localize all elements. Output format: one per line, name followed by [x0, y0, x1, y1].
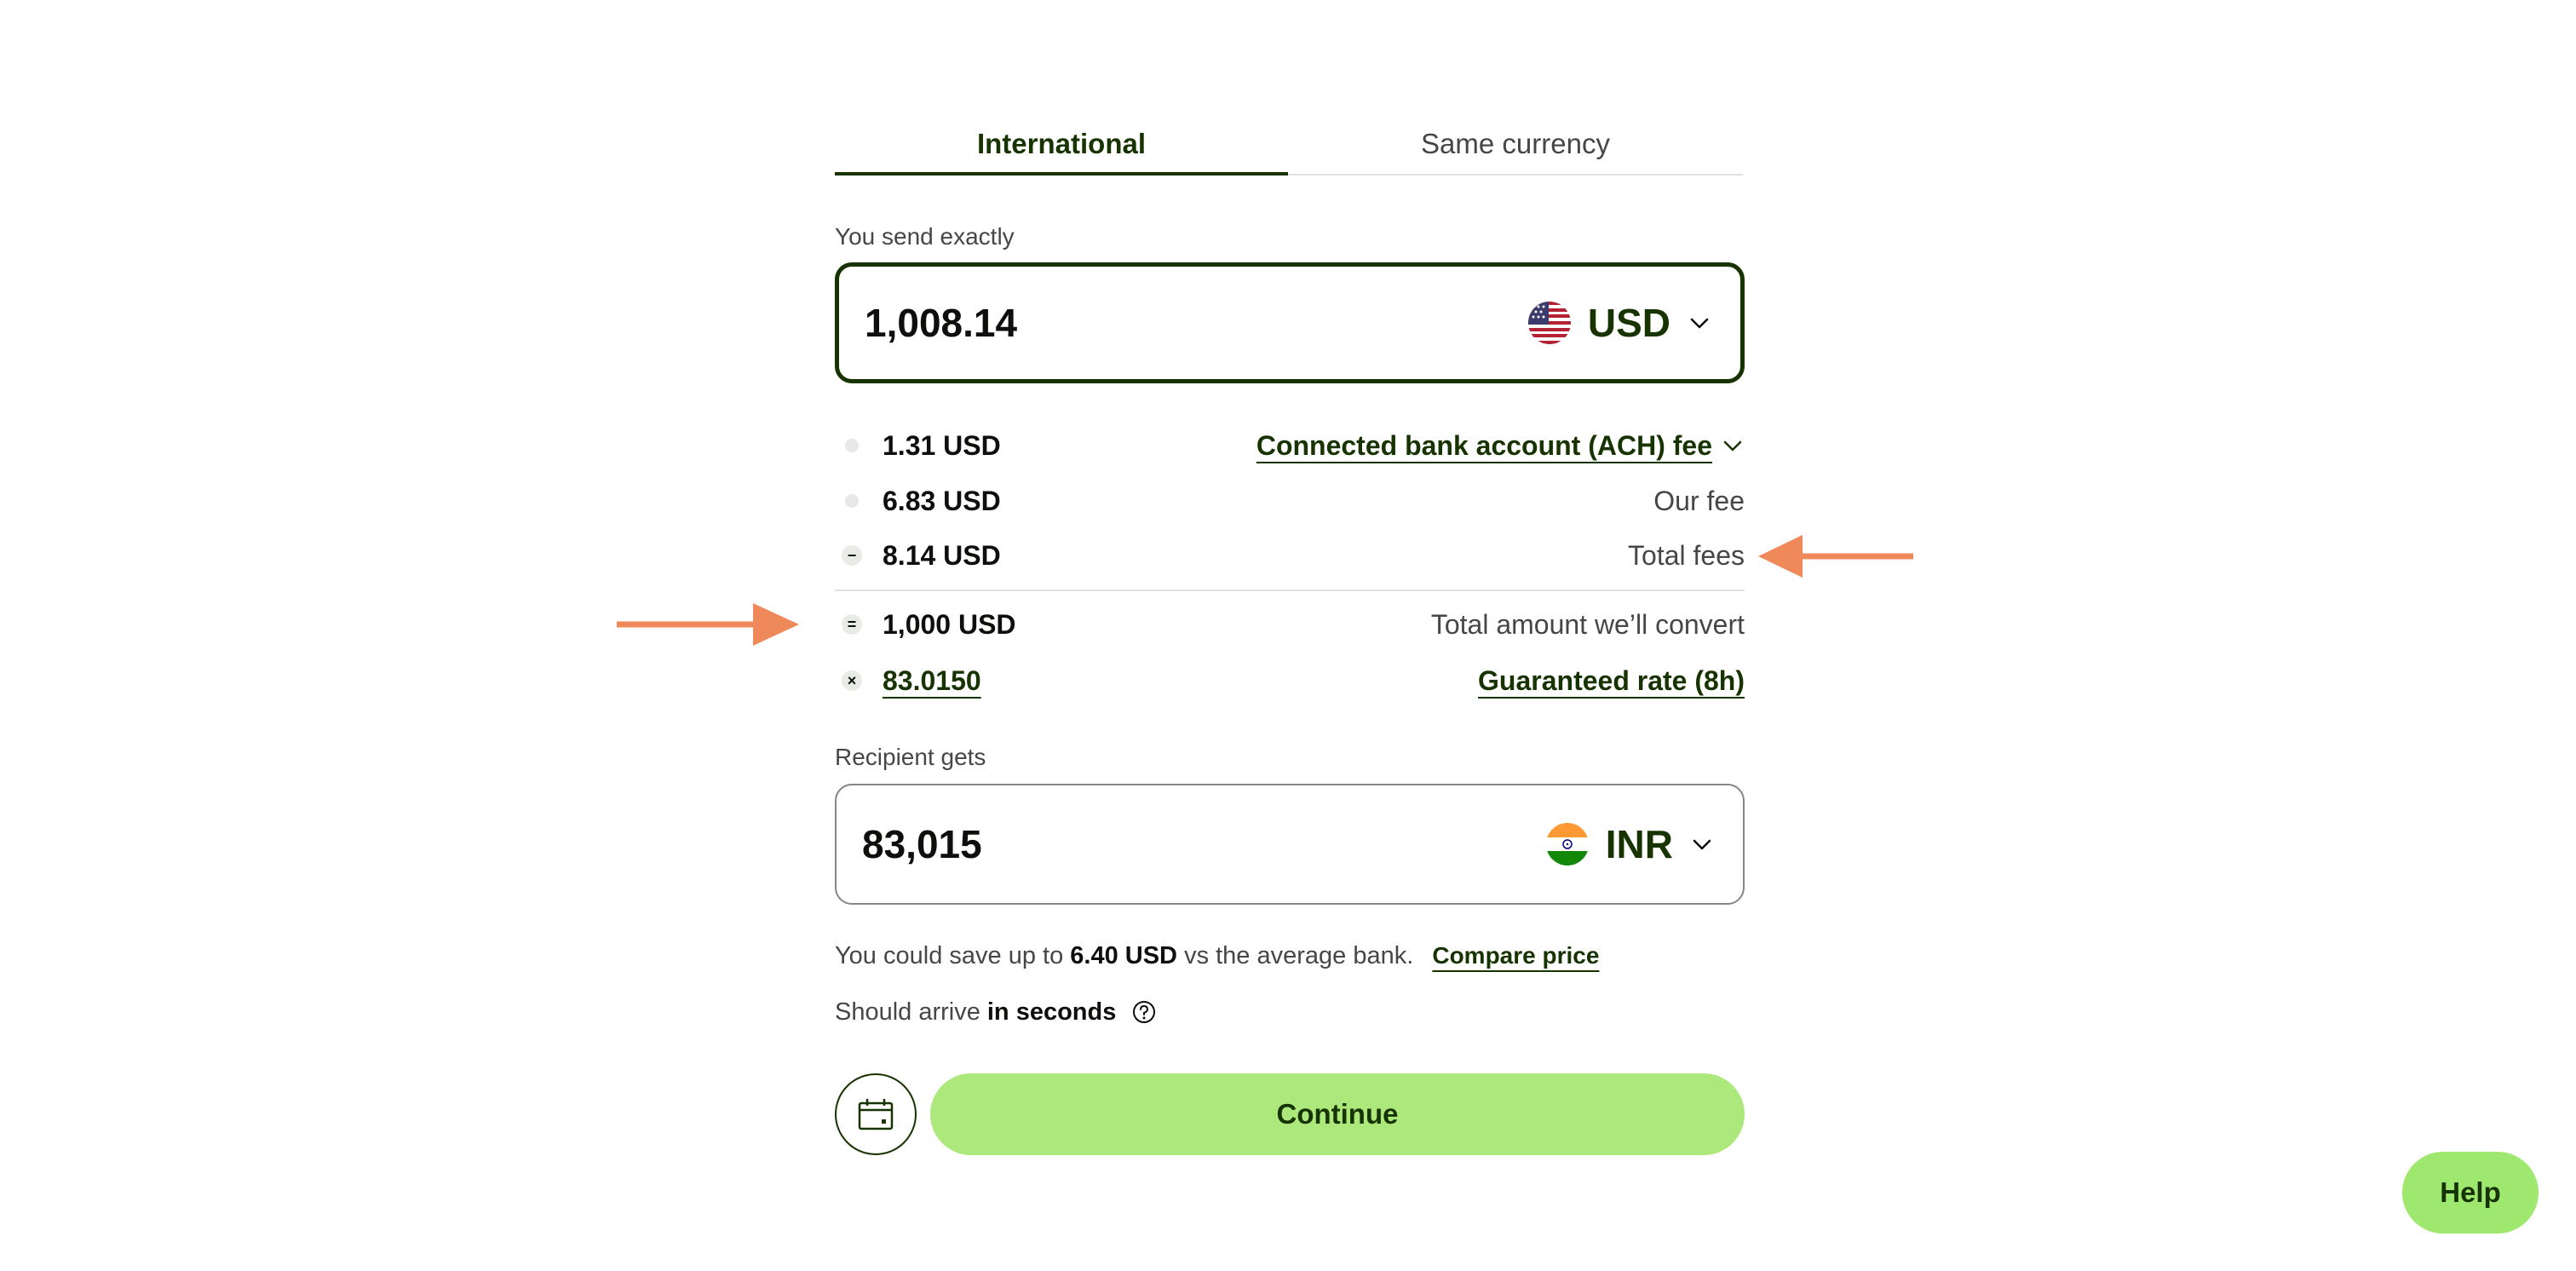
arrival-message: Should arrive in seconds — [835, 992, 1157, 1032]
receive-currency-code: INR — [1605, 822, 1673, 866]
receive-amount-input[interactable]: 83,015 — [862, 785, 982, 903]
schedule-transfer-button[interactable] — [835, 1073, 917, 1155]
send-label: You send exactly — [835, 223, 1015, 250]
annotation-arrow-right — [617, 603, 799, 646]
savings-amount: 6.40 USD — [1070, 942, 1177, 969]
tab-international[interactable]: International — [835, 124, 1288, 175]
fee-bullet-dot — [845, 494, 859, 508]
savings-message: You could save up to 6.40 USD vs the ave… — [835, 935, 1599, 976]
ach-fee-link[interactable]: Connected bank account (ACH) fee — [1256, 424, 1712, 467]
send-currency-select[interactable]: USD — [1527, 267, 1711, 379]
compare-price-link[interactable]: Compare price — [1432, 942, 1599, 969]
send-amount-input[interactable]: 1,008.14 — [865, 267, 1017, 379]
exchange-rate-link[interactable]: 83.0150 — [883, 659, 981, 702]
fee-description: Our fee — [1653, 486, 1745, 516]
fee-amount: 8.14 USD — [883, 540, 1001, 571]
chevron-down-icon — [1723, 440, 1742, 451]
annotation-arrow-left — [1758, 535, 1913, 578]
guaranteed-rate-link[interactable]: Guaranteed rate (8h) — [1478, 659, 1745, 702]
chevron-down-icon — [1690, 318, 1709, 329]
fee-row-ach: 1.31 USD Connected bank account (ACH) fe… — [835, 424, 1745, 467]
send-amount-box: 1,008.14 USD — [835, 262, 1745, 383]
tab-same-currency[interactable]: Same currency — [1288, 124, 1743, 175]
question-mark-icon[interactable] — [1131, 999, 1157, 1025]
receive-amount-box: 83,015 INR — [835, 784, 1745, 905]
arrival-time: in seconds — [986, 998, 1117, 1026]
fee-row-our-fee: 6.83 USD Our fee — [835, 480, 1745, 522]
india-flag-icon — [1545, 823, 1589, 866]
chevron-down-icon — [1693, 839, 1711, 850]
receive-currency-select[interactable]: INR — [1545, 785, 1714, 903]
send-currency-code: USD — [1587, 301, 1670, 345]
fee-bullet-dot — [845, 439, 859, 452]
savings-suffix: vs the average bank. — [1184, 942, 1414, 969]
fee-amount: 6.83 USD — [883, 486, 1001, 516]
ach-fee-dropdown[interactable]: Connected bank account (ACH) fee — [1256, 424, 1745, 467]
fee-row-total-fees: − 8.14 USD Total fees — [835, 534, 1745, 577]
receive-label: Recipient gets — [835, 744, 986, 770]
help-button[interactable]: Help — [2402, 1152, 2539, 1234]
continue-button[interactable]: Continue — [930, 1073, 1745, 1155]
equals-icon: = — [842, 614, 862, 635]
arrival-prefix: Should arrive — [835, 998, 980, 1026]
fee-amount: 1,000 USD — [883, 609, 1016, 640]
fee-divider — [835, 589, 1745, 591]
savings-prefix: You could save up to — [835, 942, 1064, 969]
fee-description: Total fees — [1628, 540, 1745, 571]
fee-description: Total amount we’ll convert — [1430, 609, 1745, 640]
fee-row-rate: × 83.0150 Guaranteed rate (8h) — [835, 659, 1745, 702]
multiply-icon: × — [842, 670, 862, 691]
us-flag-icon — [1527, 302, 1571, 344]
fee-amount: 1.31 USD — [883, 430, 1001, 461]
fee-row-convert-amount: = 1,000 USD Total amount we’ll convert — [835, 603, 1745, 646]
calendar-icon — [858, 1099, 894, 1130]
minus-icon: − — [842, 545, 862, 566]
